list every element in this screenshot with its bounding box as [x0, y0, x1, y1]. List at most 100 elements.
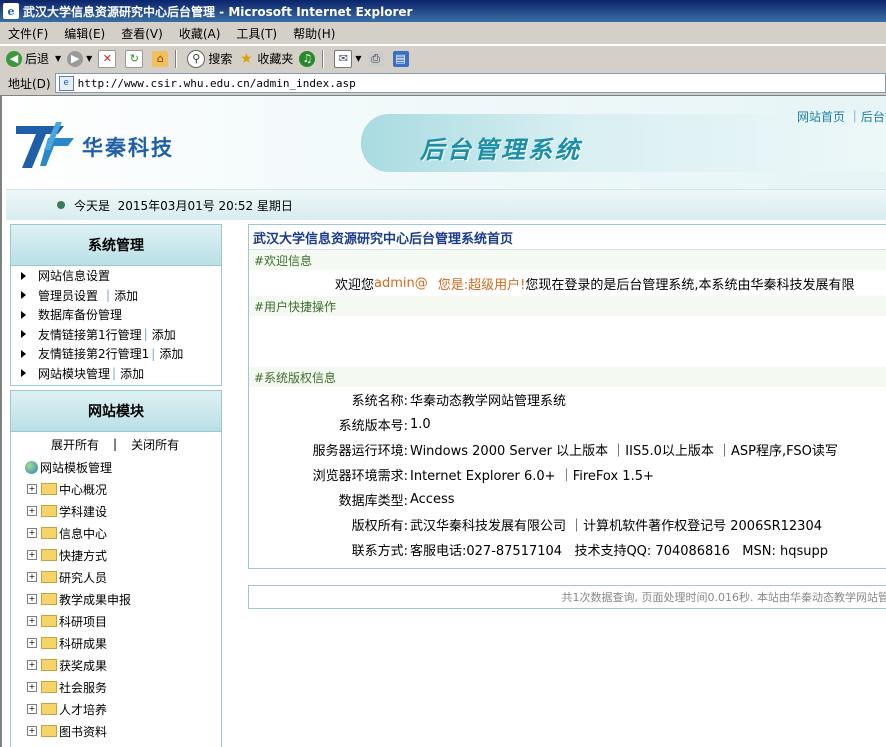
footer-stats: 共1次数据查询, 页面处理时间0.016秒. 本站由华秦动态教学网站管	[248, 585, 886, 609]
favorites-button[interactable]: ★ 收藏夹	[238, 50, 293, 67]
mail-dropdown-icon[interactable]: ▼	[355, 54, 361, 63]
tree-item-label[interactable]: 研究人员	[59, 569, 107, 586]
tree-root-label[interactable]: 网站模板管理	[40, 459, 112, 476]
edit-button[interactable]: ▤	[392, 50, 412, 67]
tree-item[interactable]: + 信息中心	[11, 522, 221, 544]
expand-plus-icon[interactable]: +	[27, 484, 37, 494]
welcome-text: 您现在登录的是后台管理系统,本系统由华秦科技发展有限	[525, 277, 855, 293]
home-button[interactable]: ⌂	[152, 50, 171, 67]
add-link[interactable]: 添加	[159, 345, 183, 362]
expand-plus-icon[interactable]: +	[27, 572, 37, 582]
tree-item[interactable]: + 科研项目	[11, 610, 221, 632]
expand-plus-icon[interactable]: +	[27, 638, 37, 648]
back-dropdown-icon[interactable]: ▼	[55, 54, 61, 63]
tree-item[interactable]: + 图书资料	[11, 720, 221, 742]
info-value: 客服电话:027-87517104 技术支持QQ: 704086816 MSN:…	[410, 544, 828, 559]
top-links[interactable]: 网站首页 ｜后台管	[797, 108, 886, 125]
bullet-arrow-icon	[21, 310, 26, 319]
tree-item-label[interactable]: 快捷方式	[59, 547, 107, 564]
expand-plus-icon[interactable]: +	[27, 726, 37, 736]
expand-all-link[interactable]: 展开所有	[51, 436, 99, 453]
add-link[interactable]: 添加	[114, 287, 138, 304]
forward-button[interactable]: ▶ ▼	[67, 50, 92, 67]
tree-item-label[interactable]: 获奖成果	[59, 657, 107, 674]
add-link[interactable]: 添加	[152, 326, 176, 343]
menubar: 文件(F) 编辑(E) 查看(V) 收藏(A) 工具(T) 帮助(H)	[0, 22, 886, 45]
address-url[interactable]: http://www.csir.whu.edu.cn/admin_index.a…	[78, 77, 356, 90]
panel-title: 网站模块	[11, 391, 221, 432]
tree-item[interactable]: + 科研成果	[11, 632, 221, 654]
tree-item-label[interactable]: 信息中心	[59, 525, 107, 542]
collapse-all-link[interactable]: 关闭所有	[131, 436, 179, 453]
page-viewport: 华秦科技 后台管理系统 网站首页 ｜后台管 今天是 2015年03月01号 20…	[0, 96, 886, 747]
refresh-icon: ↻	[125, 49, 144, 68]
menu-label[interactable]: 友情链接第2行管理1	[38, 345, 149, 362]
tree-item[interactable]: + 学科建设	[11, 500, 221, 522]
expand-plus-icon[interactable]: +	[27, 528, 37, 538]
sidebar-item-modules[interactable]: 网站模块管理 | 添加	[11, 364, 221, 384]
mail-button[interactable]: ✉ ▼	[334, 49, 362, 68]
info-row: 联系方式: 客服电话:027-87517104 技术支持QQ: 704086816…	[249, 537, 886, 562]
globe-icon	[25, 460, 38, 474]
tree-item[interactable]: + 研究人员	[11, 566, 221, 588]
menu-label[interactable]: 管理员设置	[38, 287, 98, 304]
sidebar-item-links-row2[interactable]: 友情链接第2行管理1 | 添加	[11, 344, 221, 364]
refresh-button[interactable]: ↻	[125, 49, 146, 68]
add-link[interactable]: 添加	[120, 365, 144, 382]
tree-item[interactable]: + 社会服务	[11, 676, 221, 698]
menu-edit[interactable]: 编辑(E)	[56, 25, 113, 42]
back-label: 后退	[25, 52, 50, 66]
bullet-arrow-icon	[21, 271, 26, 280]
info-row: 浏览器环境需求: Internet Explorer 6.0+ ｜FireFox …	[249, 462, 886, 487]
address-input[interactable]: e http://www.csir.whu.edu.cn/admin_index…	[54, 73, 886, 93]
sidebar-item-links-row1[interactable]: 友情链接第1行管理 | 添加	[11, 325, 221, 345]
tree-item[interactable]: + 快捷方式	[11, 544, 221, 566]
bullet-arrow-icon	[21, 349, 26, 358]
expand-plus-icon[interactable]: +	[27, 594, 37, 604]
expand-plus-icon[interactable]: +	[27, 616, 37, 626]
forward-dropdown-icon[interactable]: ▼	[86, 54, 92, 63]
menu-label[interactable]: 网站模块管理	[38, 365, 110, 382]
expand-plus-icon[interactable]: +	[27, 506, 37, 516]
tree-item-label[interactable]: 中心概况	[59, 481, 107, 498]
stop-button[interactable]: ✕	[98, 49, 119, 68]
menu-label[interactable]: 网站信息设置	[38, 267, 110, 284]
sidebar-item-admin-settings[interactable]: 管理员设置 | 添加	[11, 286, 221, 306]
tree-root[interactable]: 网站模板管理	[11, 456, 221, 478]
footer-text: 共1次数据查询, 页面处理时间0.016秒. 本站由华秦动态教学网站管	[561, 591, 886, 604]
tree-item-label[interactable]: 科研项目	[59, 613, 107, 630]
tree-item-label[interactable]: 社会服务	[59, 679, 107, 696]
tree-item-label[interactable]: 图书资料	[59, 723, 107, 740]
expand-plus-icon[interactable]: +	[27, 704, 37, 714]
sidebar-item-site-settings[interactable]: 网站信息设置	[11, 266, 221, 286]
expand-plus-icon[interactable]: +	[27, 660, 37, 670]
expand-plus-icon[interactable]: +	[27, 550, 37, 560]
menu-favorites[interactable]: 收藏(A)	[171, 25, 229, 42]
tree-item[interactable]: + 人才培养	[11, 698, 221, 720]
media-button[interactable]: ♫	[299, 50, 318, 67]
search-button[interactable]: ⚲ 搜索	[187, 49, 233, 68]
expand-plus-icon[interactable]: +	[27, 682, 37, 692]
tree-item[interactable]: + 中心概况	[11, 478, 221, 500]
back-button[interactable]: ◀ 后退 ▼	[6, 50, 61, 67]
tree-item[interactable]: + 获奖成果	[11, 654, 221, 676]
bullet-arrow-icon	[21, 291, 26, 300]
menu-label[interactable]: 数据库备份管理	[38, 306, 122, 323]
tree-item-label[interactable]: 学科建设	[59, 503, 107, 520]
menu-file[interactable]: 文件(F)	[0, 25, 56, 42]
menu-label[interactable]: 友情链接第1行管理	[38, 326, 142, 343]
tree-item-label[interactable]: 教学成果申报	[59, 591, 131, 608]
menu-view[interactable]: 查看(V)	[113, 25, 171, 42]
menu-tools[interactable]: 工具(T)	[228, 25, 285, 42]
tree-item-label[interactable]: 科研成果	[59, 635, 107, 652]
menu-help[interactable]: 帮助(H)	[285, 25, 343, 42]
tree-item[interactable]: + 教学成果申报	[11, 588, 221, 610]
print-button[interactable]: ⎙	[367, 50, 387, 67]
sidebar-item-db-backup[interactable]: 数据库备份管理	[11, 305, 221, 325]
search-icon: ⚲	[187, 49, 206, 68]
search-label: 搜索	[208, 52, 233, 66]
folder-icon	[41, 593, 57, 605]
toolbar: ◀ 后退 ▼ ▶ ▼ ✕ ↻ ⌂ ⚲ 搜索 ★ 收藏夹 ♫ ✉ ▼ ⎙ ▤	[0, 45, 886, 72]
tree-item-label[interactable]: 人才培养	[59, 701, 107, 718]
bullet-arrow-icon	[21, 369, 26, 378]
